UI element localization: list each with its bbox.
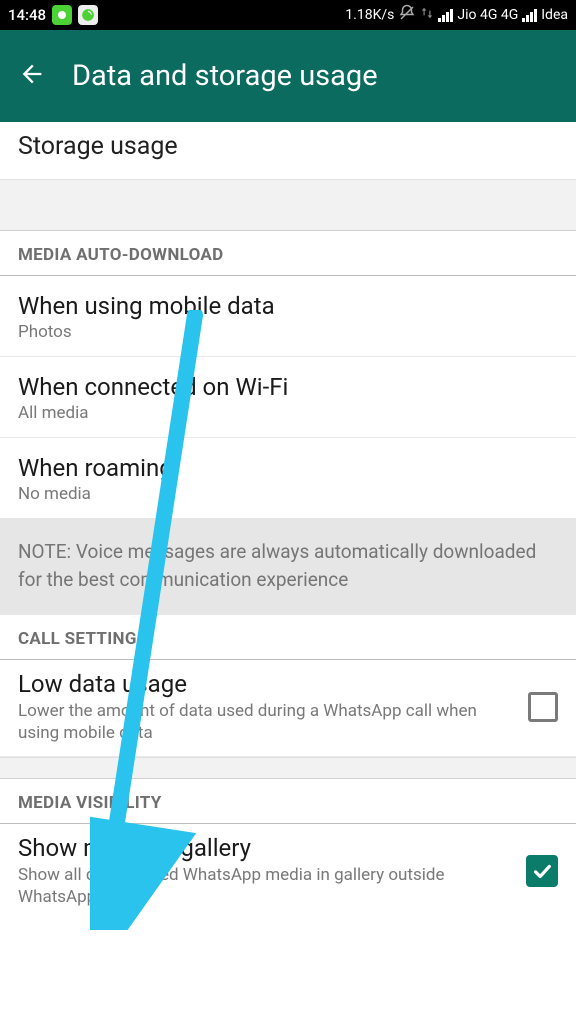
carrier-label-1: Jio 4G 4G: [457, 7, 518, 23]
arrow-left-icon: [18, 60, 46, 88]
page-title: Data and storage usage: [72, 59, 378, 93]
back-button[interactable]: [18, 60, 46, 92]
low-data-checkbox[interactable]: [528, 692, 558, 722]
status-bar: 14:48 1.18K/s Jio 4G 4G Idea: [0, 0, 576, 30]
storage-usage-item[interactable]: Storage usage: [0, 122, 576, 179]
low-data-item[interactable]: Low data usage Lower the amount of data …: [0, 660, 576, 757]
section-divider: [0, 179, 576, 231]
voice-note: NOTE: Voice messages are always automati…: [0, 518, 576, 615]
app-bar: Data and storage usage: [0, 30, 576, 122]
status-app-icon-2: [78, 5, 98, 25]
section-header-call: CALL SETTINGS: [0, 615, 576, 660]
show-media-sub: Show all downloaded WhatsApp media in ga…: [18, 864, 514, 908]
show-media-title: Show media in gallery: [18, 834, 514, 862]
roaming-item[interactable]: When roaming No media: [0, 438, 576, 518]
wifi-sub: All media: [18, 403, 558, 423]
carrier-label-2: Idea: [541, 7, 568, 23]
low-data-title: Low data usage: [18, 670, 516, 698]
section-header-media-autodl: MEDIA AUTO-DOWNLOAD: [0, 231, 576, 276]
mobile-data-title: When using mobile data: [18, 292, 558, 320]
mute-icon: [398, 4, 416, 26]
show-media-checkbox[interactable]: [526, 855, 558, 887]
section-header-media-vis: MEDIA VISIBILITY: [0, 779, 576, 824]
mobile-data-item[interactable]: When using mobile data Photos: [0, 276, 576, 357]
section-divider: [0, 757, 576, 779]
mobile-data-sub: Photos: [18, 322, 558, 342]
status-app-icon-1: [52, 5, 72, 25]
network-transfer-icon: [420, 6, 434, 24]
signal-icon-2: [522, 9, 537, 22]
show-media-item[interactable]: Show media in gallery Show all downloade…: [0, 824, 576, 914]
low-data-sub: Lower the amount of data used during a W…: [18, 700, 516, 744]
wifi-item[interactable]: When connected on Wi-Fi All media: [0, 357, 576, 438]
roaming-title: When roaming: [18, 454, 558, 482]
status-data-speed: 1.18K/s: [345, 7, 394, 23]
signal-icon-1: [438, 9, 453, 22]
storage-usage-label: Storage usage: [18, 132, 178, 161]
wifi-title: When connected on Wi-Fi: [18, 373, 558, 401]
status-time: 14:48: [8, 6, 46, 24]
check-icon: [531, 860, 553, 882]
roaming-sub: No media: [18, 484, 558, 504]
